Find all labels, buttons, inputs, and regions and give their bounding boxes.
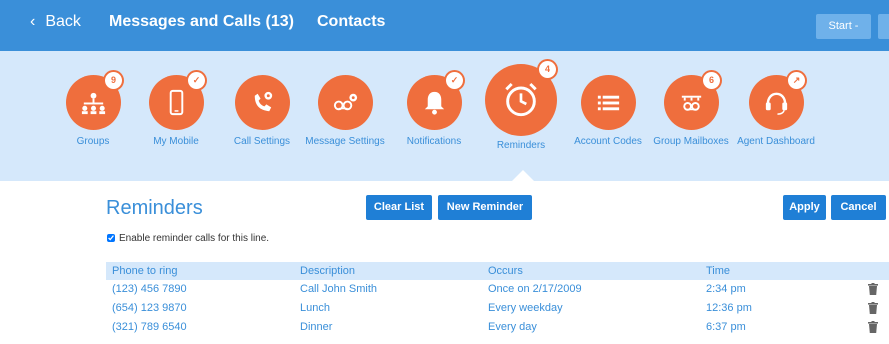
overflow-button[interactable]: [878, 14, 889, 39]
page-title: Messages and Calls (13): [109, 13, 294, 30]
reminders-table: Phone to ring Description Occurs Time (1…: [106, 262, 889, 337]
top-bar: ‹ Back Messages and Calls (13) Contacts S…: [0, 0, 889, 51]
enable-reminder-checkbox[interactable]: [107, 234, 115, 243]
back-button[interactable]: ‹ Back: [30, 13, 81, 31]
group-mailboxes-label: Group Mailboxes: [653, 136, 729, 147]
enable-reminder-label: Enable reminder calls for this line.: [119, 233, 270, 244]
selected-pointer: [512, 170, 534, 181]
agent-dashboard-badge: ↗: [788, 72, 805, 89]
agent-dashboard-label: Agent Dashboard: [737, 136, 815, 147]
time-cell: 12:36 pm: [706, 302, 752, 314]
back-label: Back: [45, 13, 81, 30]
groups-label: Groups: [76, 136, 110, 147]
table-row[interactable]: (654) 123 9870 Lunch Every weekday 12:36…: [106, 299, 889, 318]
occurs-cell: Every day: [488, 321, 537, 333]
groups-badge: 9: [105, 72, 122, 89]
notifications-label: Notifications: [406, 136, 462, 147]
cancel-button[interactable]: Cancel: [831, 195, 886, 220]
trash-icon[interactable]: [868, 302, 878, 314]
occurs-cell: Once on 2/17/2009: [488, 283, 582, 295]
call-settings-icon: [235, 75, 290, 130]
time-cell: 2:34 pm: [706, 283, 746, 295]
account-codes-label: Account Codes: [574, 136, 642, 147]
clear-list-button[interactable]: Clear List: [366, 195, 432, 220]
trash-icon[interactable]: [868, 321, 878, 333]
col-occurs: Occurs: [488, 265, 523, 277]
table-row[interactable]: (123) 456 7890 Call John Smith Once on 2…: [106, 280, 889, 299]
my-mobile-badge: ✓: [188, 72, 205, 89]
apply-button[interactable]: Apply: [783, 195, 826, 220]
occurs-cell: Every weekday: [488, 302, 563, 314]
chevron-left-icon: ‹: [30, 13, 36, 30]
phone-cell: (654) 123 9870: [112, 302, 187, 314]
col-description: Description: [300, 265, 356, 277]
voicemail-settings-icon: [318, 75, 373, 130]
time-cell: 6:37 pm: [706, 321, 746, 333]
description-cell: Call John Smith: [300, 283, 378, 295]
description-cell: Lunch: [300, 302, 330, 314]
my-mobile-label: My Mobile: [153, 136, 199, 147]
phone-cell: (321) 789 6540: [112, 321, 187, 333]
trash-icon[interactable]: [868, 283, 878, 295]
contacts-link[interactable]: Contacts: [317, 13, 385, 31]
call-settings-label: Call Settings: [233, 136, 291, 147]
feature-icon-bar: 9 Groups ✓ My Mobile Call Settings Messa…: [0, 51, 889, 181]
enable-reminder-row: Enable reminder calls for this line.: [107, 233, 269, 244]
col-time: Time: [706, 265, 731, 277]
table-row[interactable]: (321) 789 6540 Dinner Every day 6:37 pm: [106, 318, 889, 337]
description-cell: Dinner: [300, 321, 333, 333]
notifications-badge: ✓: [446, 72, 463, 89]
reminders-badge: 4: [539, 61, 556, 78]
reminders-label: Reminders: [496, 140, 546, 151]
start-button[interactable]: Start -: [816, 14, 871, 39]
col-phone: Phone to ring: [112, 265, 178, 277]
section-heading: Reminders: [106, 197, 203, 219]
table-header: Phone to ring Description Occurs Time: [106, 262, 889, 280]
group-mailboxes-badge: 6: [703, 72, 720, 89]
new-reminder-button[interactable]: New Reminder: [438, 195, 532, 220]
list-icon: [581, 75, 636, 130]
message-settings-label: Message Settings: [305, 136, 385, 147]
phone-cell: (123) 456 7890: [112, 283, 187, 295]
